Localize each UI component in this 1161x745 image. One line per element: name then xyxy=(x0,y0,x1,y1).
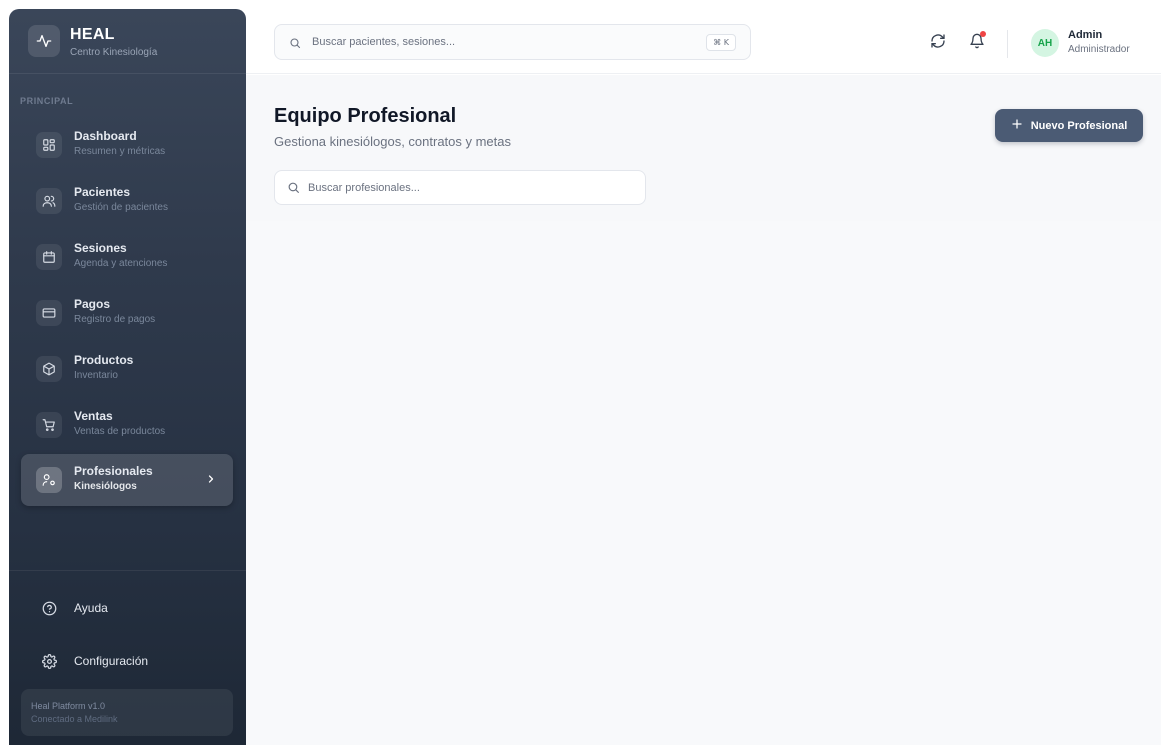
page-title: Equipo Profesional xyxy=(274,105,457,127)
brand-name: HEAL xyxy=(70,26,115,43)
sidebar-item-label: Ventas xyxy=(74,409,113,423)
professional-search-input[interactable] xyxy=(308,179,628,197)
sidebar-item-productos[interactable]: Productos Inventario xyxy=(21,343,233,395)
nav-section-label: PRINCIPAL xyxy=(20,96,74,106)
refresh-icon[interactable] xyxy=(928,31,948,51)
cart-icon xyxy=(36,412,62,438)
user-cog-icon xyxy=(36,467,62,493)
sidebar-item-sublabel: Inventario xyxy=(74,370,118,381)
main-content: Equipo Profesional Gestiona kinesiólogos… xyxy=(246,75,1161,745)
sidebar: HEAL Centro Kinesiología PRINCIPAL Dashb… xyxy=(9,9,246,745)
sidebar-item-label: Configuración xyxy=(74,654,149,668)
plus-icon xyxy=(1011,118,1023,133)
sidebar-item-sublabel: Registro de pagos xyxy=(74,314,156,325)
sidebar-item-label: Sesiones xyxy=(74,241,127,255)
sidebar-item-label: Pacientes xyxy=(74,185,131,199)
top-bar: Buscar pacientes, sesiones... ⌘ K AH Adm… xyxy=(246,0,1161,74)
page-subtitle: Gestiona kinesiólogos, contratos y metas xyxy=(274,134,512,149)
sidebar-item-label: Productos xyxy=(74,353,134,367)
activity-icon xyxy=(28,25,60,57)
dashboard-icon xyxy=(36,132,62,158)
calendar-icon xyxy=(36,244,62,270)
global-search-input[interactable]: Buscar pacientes, sesiones... ⌘ K xyxy=(274,24,751,60)
keyboard-shortcut-badge: ⌘ K xyxy=(706,34,736,51)
sidebar-item-dashboard[interactable]: Dashboard Resumen y métricas xyxy=(21,119,233,171)
search-icon xyxy=(287,181,300,199)
professional-search-field[interactable] xyxy=(274,170,646,205)
help-circle-icon xyxy=(36,595,62,621)
platform-status-card: Heal Platform v1.0 Conectado a Medilink xyxy=(21,689,233,736)
notification-dot xyxy=(980,31,986,37)
sidebar-item-pagos[interactable]: Pagos Registro de pagos xyxy=(21,287,233,339)
sidebar-item-label: Ayuda xyxy=(74,601,108,615)
package-icon xyxy=(36,356,62,382)
platform-version: Heal Platform v1.0 xyxy=(31,701,106,711)
sidebar-item-ayuda[interactable]: Ayuda xyxy=(21,588,233,628)
search-icon xyxy=(289,36,301,54)
notification-bell-icon[interactable] xyxy=(967,31,987,51)
credit-card-icon xyxy=(36,300,62,326)
topbar-divider xyxy=(1007,30,1008,58)
platform-connection-status: Conectado a Medilink xyxy=(31,714,118,724)
users-icon xyxy=(36,188,62,214)
sidebar-item-configuracion[interactable]: Configuración xyxy=(21,641,233,681)
brand-subtitle: Centro Kinesiología xyxy=(70,47,158,58)
gear-icon xyxy=(36,648,62,674)
brand-header: HEAL Centro Kinesiología xyxy=(9,9,246,74)
sidebar-item-sublabel: Ventas de productos xyxy=(74,426,166,437)
sidebar-item-pacientes[interactable]: Pacientes Gestión de pacientes xyxy=(21,175,233,227)
sidebar-item-profesionales[interactable]: Profesionales Kinesiólogos xyxy=(21,454,233,506)
sidebar-item-sublabel: Kinesiólogos xyxy=(74,481,137,492)
new-professional-button[interactable]: Nuevo Profesional xyxy=(995,109,1143,142)
sidebar-item-sublabel: Agenda y atenciones xyxy=(74,258,168,269)
sidebar-item-ventas[interactable]: Ventas Ventas de productos xyxy=(21,399,233,451)
global-search-placeholder: Buscar pacientes, sesiones... xyxy=(312,36,456,48)
page-header: Equipo Profesional Gestiona kinesiólogos… xyxy=(246,75,1161,221)
sidebar-item-sublabel: Gestión de pacientes xyxy=(74,202,168,213)
sidebar-item-label: Pagos xyxy=(74,297,111,311)
sidebar-item-label: Profesionales xyxy=(74,464,153,478)
user-role: Administrador xyxy=(1068,44,1130,55)
sidebar-item-sublabel: Resumen y métricas xyxy=(74,146,166,157)
new-professional-label: Nuevo Profesional xyxy=(1030,119,1128,132)
chevron-right-icon xyxy=(205,472,217,490)
sidebar-item-label: Dashboard xyxy=(74,129,137,143)
avatar[interactable]: AH xyxy=(1031,29,1059,57)
user-name[interactable]: Admin xyxy=(1068,29,1102,41)
sidebar-item-sesiones[interactable]: Sesiones Agenda y atenciones xyxy=(21,231,233,283)
sidebar-divider xyxy=(9,570,246,571)
